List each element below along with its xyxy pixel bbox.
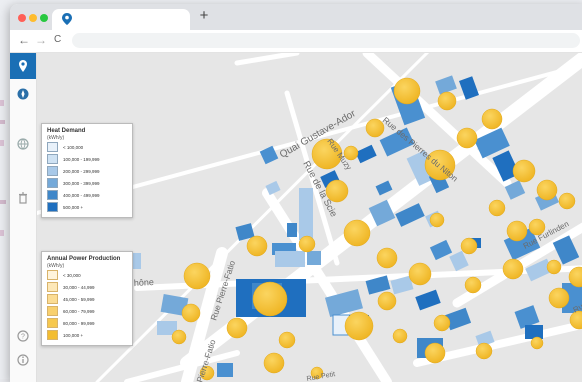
trash-icon[interactable] <box>16 191 30 205</box>
info-icon[interactable] <box>16 353 30 367</box>
close-window-dot[interactable] <box>18 14 26 22</box>
legend-row: 80,000 - 99,999 <box>47 317 127 329</box>
legend-row: 30,000 - 44,999 <box>47 281 127 293</box>
heat-demand-legend: Heat Demand (kWh/y) < 100,000100,000 - 1… <box>41 123 133 218</box>
legend-label: 100,000 + <box>63 333 83 338</box>
legend-row: 100,000 + <box>47 329 127 341</box>
legend-swatch <box>47 330 58 340</box>
address-bar[interactable] <box>72 33 580 48</box>
power-legend-rows: < 30,000 30,000 - 44,999 45,000 - 59,999 60… <box>47 269 127 341</box>
legend-row: 400,000 - 499,999 <box>47 189 127 201</box>
legend-swatch <box>47 294 58 304</box>
legend-swatch <box>47 178 58 188</box>
browser-window: + ← → C ⋮ ? <box>10 4 582 382</box>
globe-icon[interactable] <box>16 137 30 151</box>
maximize-window-dot[interactable] <box>40 14 48 22</box>
heat-legend-rows: < 100,000 100,000 - 199,999 200,000 - 299,… <box>47 141 127 213</box>
browser-tab[interactable] <box>52 9 190 30</box>
legend-swatch <box>47 154 58 164</box>
map-canvas[interactable]: Quai Gustave-Ador Rue des Pierres du Nit… <box>37 53 582 382</box>
legend-swatch <box>47 166 58 176</box>
legend-label: 300,000 - 399,999 <box>63 181 100 186</box>
new-tab-button[interactable]: + <box>196 8 212 24</box>
minimize-window-dot[interactable] <box>29 14 37 22</box>
legend-row: 100,000 - 199,999 <box>47 153 127 165</box>
legend-row: 300,000 - 399,999 <box>47 177 127 189</box>
svg-text:?: ? <box>21 334 25 341</box>
back-icon[interactable]: ← <box>18 33 30 47</box>
legend-swatch <box>47 190 58 200</box>
legend-row: 500,000 + <box>47 201 127 213</box>
legend-label: 30,000 - 44,999 <box>63 285 95 290</box>
legend-swatch <box>47 306 58 316</box>
legend-row: 200,000 - 299,999 <box>47 165 127 177</box>
legend-label: 80,000 - 99,999 <box>63 321 95 326</box>
legend-swatch <box>47 270 58 280</box>
map-pin-icon <box>62 13 72 25</box>
help-icon[interactable]: ? <box>16 329 30 343</box>
legend-label: 500,000 + <box>63 205 83 210</box>
legend-label: < 100,000 <box>63 145 83 150</box>
legend-row: < 100,000 <box>47 141 127 153</box>
street-label-rhone: hône <box>134 277 155 288</box>
legend-label: 45,000 - 59,999 <box>63 297 95 302</box>
legend-swatch <box>47 282 58 292</box>
browser-toolbar: ← → C ⋮ <box>10 30 582 53</box>
legend-swatch <box>47 142 58 152</box>
legend-swatch <box>47 318 58 328</box>
tab-bar: + <box>10 4 582 30</box>
legend-row: 45,000 - 59,999 <box>47 293 127 305</box>
legend-label: 100,000 - 199,999 <box>63 157 100 162</box>
power-production-legend: Annual Power Production (kWh/y) < 30,000… <box>41 251 133 346</box>
forward-icon[interactable]: → <box>35 33 47 47</box>
app-sidebar: ? <box>10 53 37 382</box>
legend-label: 400,000 - 499,999 <box>63 193 100 198</box>
legend-label: 200,000 - 299,999 <box>63 169 100 174</box>
legend-row: < 30,000 <box>47 269 127 281</box>
legend-swatch <box>47 202 58 212</box>
legend-label: 60,000 - 79,999 <box>63 309 95 314</box>
app-logo-icon <box>16 59 30 73</box>
legend-row: 60,000 - 79,999 <box>47 305 127 317</box>
legend-label: < 30,000 <box>63 273 81 278</box>
power-legend-title: Annual Power Production <box>47 256 127 263</box>
app-logo-button[interactable] <box>10 53 36 79</box>
reload-icon[interactable]: C <box>54 33 61 47</box>
heat-legend-title: Heat Demand <box>47 128 127 135</box>
compass-icon[interactable] <box>16 87 30 101</box>
browser-menu-icon[interactable]: ⋮ <box>578 33 582 44</box>
